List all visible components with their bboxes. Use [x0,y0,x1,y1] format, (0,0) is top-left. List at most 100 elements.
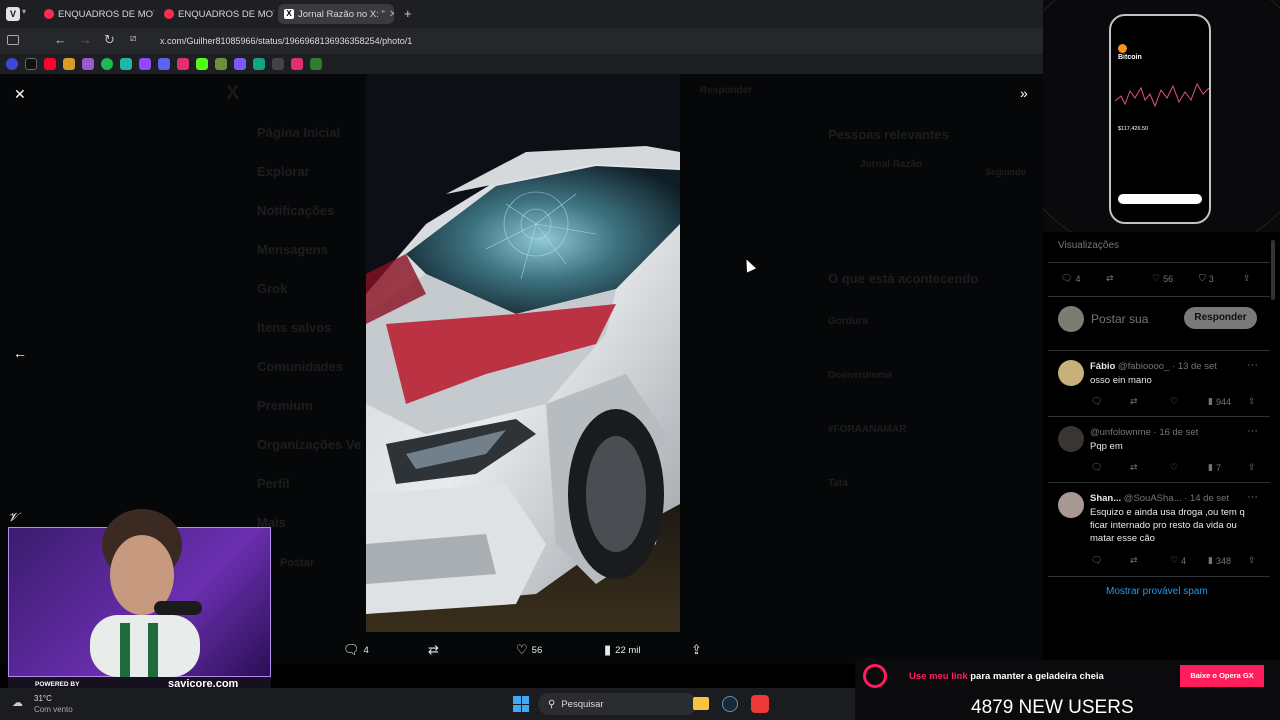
reply-action-reply[interactable]: 🗨 [1091,396,1102,407]
instagram-bookmark-icon[interactable] [291,58,303,70]
weather-temp[interactable]: 31°C [34,694,52,703]
steam-icon[interactable] [722,696,738,712]
more-options-icon[interactable]: ··· [1247,491,1258,503]
opera-gx-icon [863,664,887,688]
browser-menu-icon[interactable]: V [6,7,20,21]
analytics-icon: ▮ [604,642,612,657]
address-bar: ← → ↻ ⧄ x.com/Guilher81085966/status/196… [0,28,1043,54]
reply-action-like[interactable]: ♡ [1170,462,1181,473]
reply-action-repost[interactable]: ⇄ [1130,555,1138,566]
app-bookmark-icon[interactable] [82,58,94,70]
kick-bookmark-icon[interactable] [196,58,208,70]
reply-action-views[interactable]: ▮ 348 [1208,555,1231,566]
compose-input[interactable]: Postar sua [1091,312,1148,326]
vivaldi-bookmark-icon[interactable] [6,58,18,70]
reply-handle[interactable]: @fabioooo_ [1118,361,1169,372]
panel-scrollbar[interactable] [1271,240,1275,300]
app-bookmark-icon[interactable] [215,58,227,70]
repost-icon: ⇄ [428,642,439,657]
powered-by-label: POWERED BY [35,681,80,688]
view-count: 22 mil [615,644,641,656]
reply-action-reply[interactable]: 🗨 [1091,555,1102,566]
app-bookmark-icon[interactable] [63,58,75,70]
share-button[interactable]: ⇪ [691,642,702,658]
reply-action-like[interactable]: ♡ [1170,396,1181,407]
share-icon: ⇪ [1243,273,1251,283]
spotify-bookmark-icon[interactable] [101,58,113,70]
reply-avatar[interactable] [1058,426,1084,452]
reply-action-share[interactable]: ⇪ [1248,555,1256,566]
youtube-bookmark-icon[interactable] [44,58,56,70]
panel-like-stat[interactable]: ♡ 56 [1152,273,1173,284]
tweet-photo [366,74,680,632]
x-bookmark-icon[interactable] [25,58,37,70]
reply-author[interactable]: Shan... [1090,493,1121,504]
previous-photo-icon[interactable]: ← [13,345,27,361]
tab-3-active[interactable]: X Jornal Razão no X: " ✕ [278,4,394,24]
notion-bookmark-icon[interactable] [310,58,322,70]
promo-text: Use meu link para manter a geladeira che… [909,671,1104,682]
more-options-icon[interactable]: ··· [1247,359,1258,371]
expand-sidebar-icon[interactable]: » [1020,85,1028,101]
site-settings-icon[interactable]: ⧄ [130,33,136,44]
reply-action-views[interactable]: ▮ 944 [1208,396,1231,407]
chevron-down-icon[interactable]: ▾ [22,7,26,16]
back-icon[interactable]: ← [54,32,67,47]
bg-nav-item: Premium [257,398,313,413]
forward-icon[interactable]: → [79,32,92,47]
reply-action-repost[interactable]: ⇄ [1130,396,1138,407]
panel-repost-stat[interactable]: ⇄ [1106,273,1114,284]
new-tab-icon[interactable]: + [404,6,412,21]
bg-trend: Tata [828,478,848,489]
bg-nav-item: Explorar [257,164,310,179]
windows-start-icon[interactable] [513,696,529,712]
reply-action-share[interactable]: ⇪ [1248,396,1256,407]
bg-relevant-name: Jornal Razão [860,159,923,170]
views-button[interactable]: ▮ 22 mil [604,642,641,658]
reply-author[interactable]: Fábio [1090,361,1115,372]
divider [1048,350,1270,351]
reply-action-views[interactable]: ▮ 7 [1208,462,1221,473]
reply-action-reply[interactable]: 🗨 [1091,462,1102,473]
reply-button[interactable]: 🗨 4 [343,642,369,658]
url-text[interactable]: x.com/Guilher81085966/status/19669681369… [160,36,412,46]
reply-avatar[interactable] [1058,492,1084,518]
search-icon: ⚲ [548,698,556,710]
more-options-icon[interactable]: ··· [1247,425,1258,437]
panel-bookmark-stat[interactable]: ⛉ 3 [1199,273,1214,284]
taskbar-search[interactable]: ⚲ Pesquisar [538,693,698,715]
show-spam-link[interactable]: Mostrar provável spam [1106,586,1208,597]
weather-icon: ☁ [12,697,23,709]
streamer-silhouette [90,509,202,677]
like-button[interactable]: ♡ 56 [516,642,542,658]
reload-icon[interactable]: ↻ [104,32,115,48]
sidebar-toggle-icon[interactable] [7,35,19,45]
reply-action-like[interactable]: ♡ 4 [1170,555,1186,566]
reply-action-share[interactable]: ⇪ [1248,462,1256,473]
reply-avatar[interactable] [1058,360,1084,386]
close-viewer-icon[interactable]: ✕ [14,86,26,103]
repost-button[interactable]: ⇄ [428,642,443,658]
app-bookmark-icon[interactable] [158,58,170,70]
reply-action-repost[interactable]: ⇄ [1130,462,1138,473]
bg-nav-item: Organizações Ve [257,437,362,452]
phone-overlay-ad: Bitcoin $117,426.50 [1043,0,1280,232]
close-tab-icon[interactable]: ✕ [385,9,394,20]
instagram-bookmark-icon[interactable] [177,58,189,70]
views-label: Visualizações [1058,240,1119,251]
vivaldi-icon[interactable] [751,695,769,713]
twitch-bookmark-icon[interactable] [139,58,151,70]
panel-reply-stat[interactable]: 🗨 4 [1061,273,1080,284]
download-opera-button[interactable]: Baixe o Opera GX [1180,665,1264,687]
reply-handle[interactable]: @unfolownme [1090,427,1151,438]
tab-1[interactable]: ENQUADROS DE MOTO ✕ [38,4,154,24]
app-bookmark-icon[interactable] [234,58,246,70]
reply-handle[interactable]: @SouASha... [1124,493,1182,504]
tab-2[interactable]: ENQUADROS DE MOTO ✕ [158,4,274,24]
respond-button[interactable]: Responder [1184,307,1257,329]
app-bookmark-icon[interactable] [272,58,284,70]
app-bookmark-icon[interactable] [253,58,265,70]
file-explorer-icon[interactable] [693,697,709,710]
panel-share-stat[interactable]: ⇪ [1243,273,1251,284]
app-bookmark-icon[interactable] [120,58,132,70]
